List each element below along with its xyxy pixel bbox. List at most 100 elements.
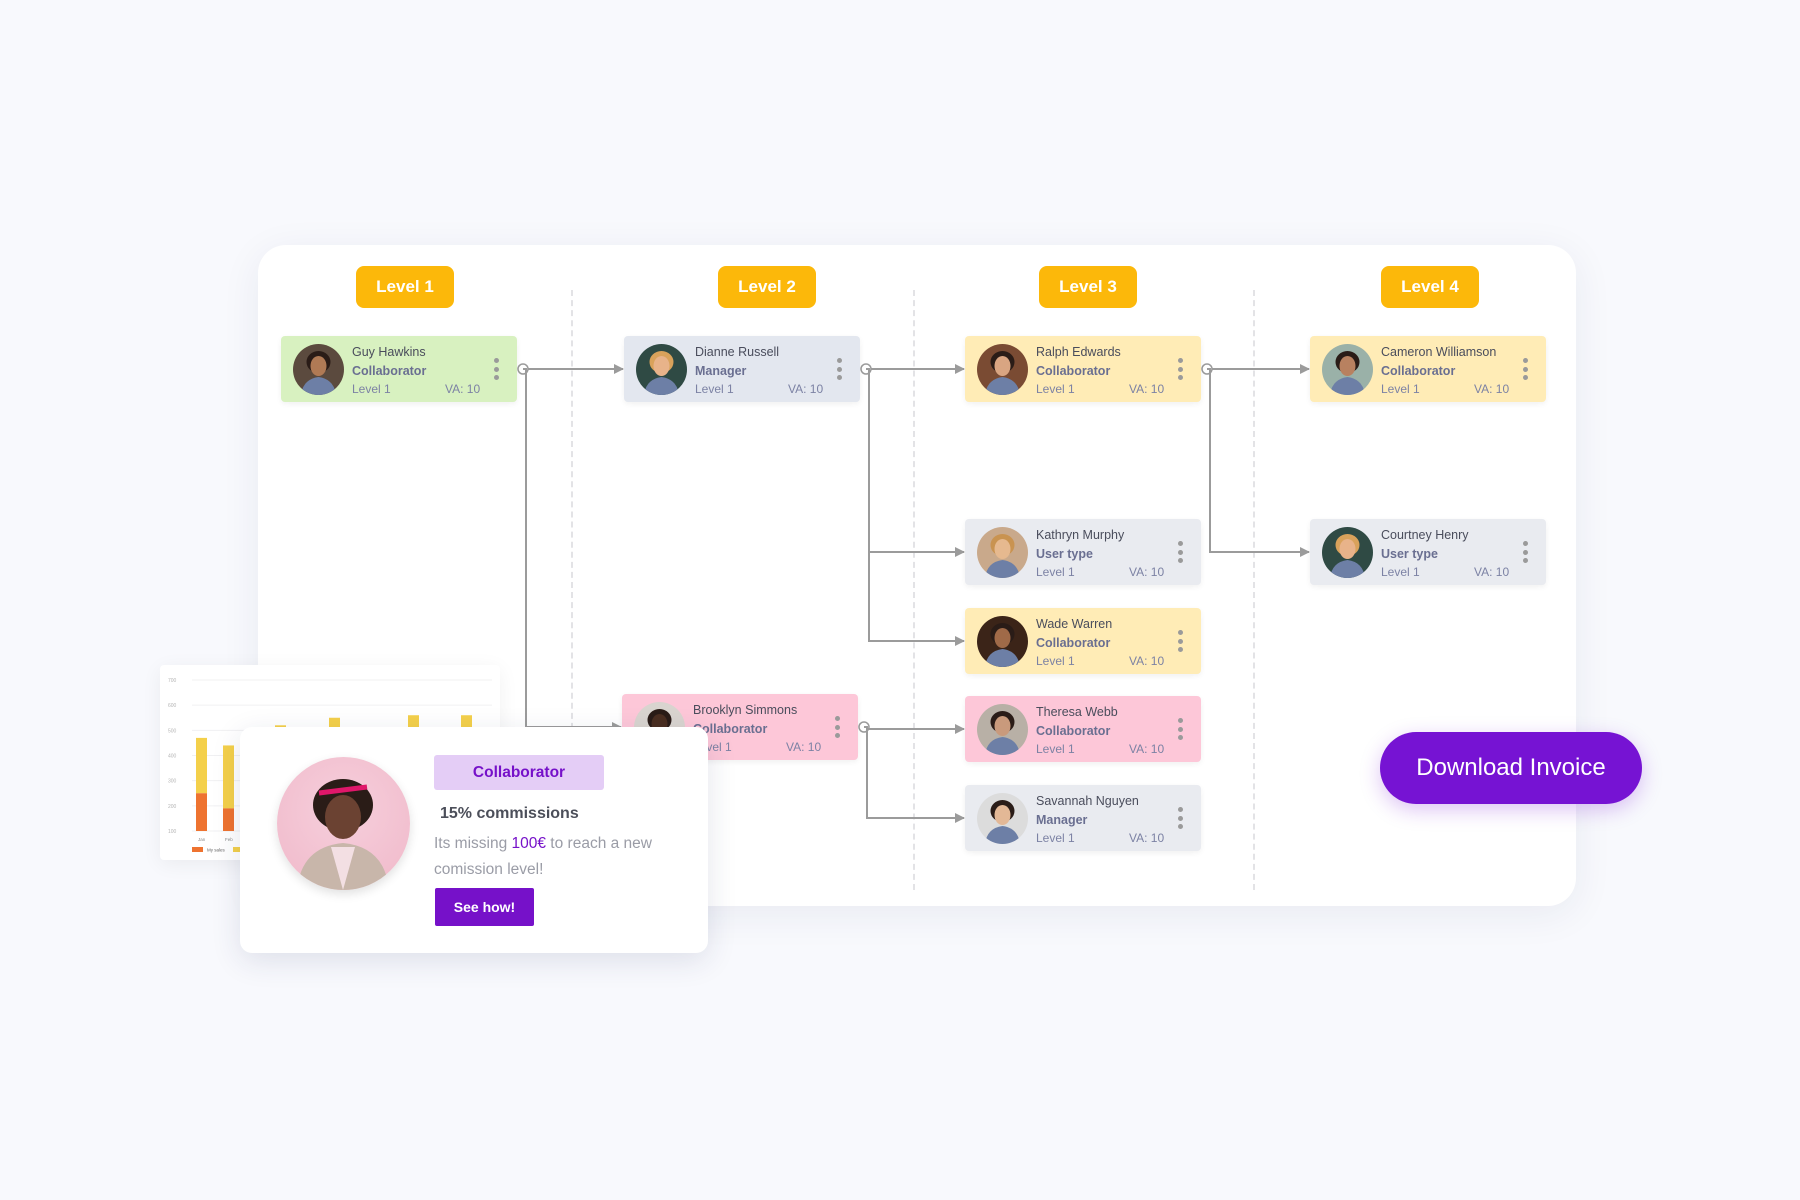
member-role: Collaborator <box>1036 724 1111 738</box>
member-va: VA: 10 <box>786 740 822 754</box>
member-name: Ralph Edwards <box>1036 345 1121 359</box>
bar-yellow <box>223 745 234 809</box>
member-va: VA: 10 <box>1474 565 1510 579</box>
avatar <box>977 793 1028 844</box>
member-role: User type <box>1381 547 1438 561</box>
member-level: Level 1 <box>1036 565 1075 579</box>
member-card-theresa[interactable]: Theresa Webb Collaborator Level 1 VA: 10 <box>965 696 1201 762</box>
member-level: Level 1 <box>352 382 391 396</box>
person-icon <box>297 779 389 890</box>
member-va: VA: 10 <box>788 382 824 396</box>
y-tick-label: 500 <box>168 728 177 734</box>
member-level: Level 1 <box>1381 565 1420 579</box>
level-1-badge: Level 1 <box>356 266 454 308</box>
more-options-icon[interactable] <box>1522 358 1528 380</box>
avatar <box>977 344 1028 395</box>
more-options-icon[interactable] <box>834 716 840 738</box>
role-tag: Collaborator <box>434 755 604 790</box>
more-options-icon[interactable] <box>836 358 842 380</box>
avatar <box>977 527 1028 578</box>
member-name: Cameron Williamson <box>1381 345 1497 359</box>
member-level: Level 1 <box>1036 654 1075 668</box>
member-card-cameron[interactable]: Cameron Williamson Collaborator Level 1 … <box>1310 336 1546 402</box>
x-tick-label: Feb <box>225 837 233 842</box>
y-tick-label: 300 <box>168 779 177 785</box>
y-tick-label: 600 <box>168 703 177 709</box>
member-role: Manager <box>695 364 747 378</box>
member-card-savannah[interactable]: Savannah Nguyen Manager Level 1 VA: 10 <box>965 785 1201 851</box>
member-va: VA: 10 <box>1474 382 1510 396</box>
member-level: Level 1 <box>1036 382 1075 396</box>
member-va: VA: 10 <box>1129 654 1165 668</box>
member-level: Level 1 <box>1036 831 1075 845</box>
bar-orange <box>196 793 207 831</box>
more-options-icon[interactable] <box>1177 718 1183 740</box>
member-role: Collaborator <box>1036 636 1111 650</box>
member-va: VA: 10 <box>1129 565 1165 579</box>
commission-message: Its missing 100€ to reach a new comissio… <box>434 831 694 883</box>
member-role: User type <box>1036 547 1093 561</box>
more-options-icon[interactable] <box>1177 807 1183 829</box>
more-options-icon[interactable] <box>1522 541 1528 563</box>
avatar <box>293 344 344 395</box>
bar-yellow <box>196 737 207 794</box>
download-invoice-button[interactable]: Download Invoice <box>1380 732 1642 804</box>
more-options-icon[interactable] <box>493 358 499 380</box>
y-tick-label: 100 <box>168 829 177 835</box>
member-role: Collaborator <box>1381 364 1456 378</box>
missing-amount: 100€ <box>511 835 546 852</box>
member-va: VA: 10 <box>1129 382 1165 396</box>
person-icon <box>1330 534 1365 578</box>
avatar <box>636 344 687 395</box>
person-icon <box>985 711 1020 755</box>
member-role: Collaborator <box>352 364 427 378</box>
person-icon <box>985 800 1020 844</box>
commission-popup: Collaborator 15% commissions Its missing… <box>240 727 708 953</box>
more-options-icon[interactable] <box>1177 630 1183 652</box>
member-card-guy[interactable]: Guy Hawkins Collaborator Level 1 VA: 10 <box>281 336 517 402</box>
legend-swatch-my-sales <box>192 847 203 852</box>
legend-label: My sales <box>207 848 226 853</box>
member-name: Kathryn Murphy <box>1036 528 1125 542</box>
avatar <box>1322 527 1373 578</box>
column-divider <box>913 290 915 890</box>
avatar <box>1322 344 1373 395</box>
member-name: Brooklyn Simmons <box>693 703 798 717</box>
level-3-badge: Level 3 <box>1039 266 1137 308</box>
member-va: VA: 10 <box>445 382 481 396</box>
person-icon <box>985 351 1020 395</box>
member-card-courtney[interactable]: Courtney Henry User type Level 1 VA: 10 <box>1310 519 1546 585</box>
column-divider <box>1253 290 1255 890</box>
member-name: Savannah Nguyen <box>1036 794 1139 808</box>
y-tick-label: 200 <box>168 804 177 810</box>
member-card-ralph[interactable]: Ralph Edwards Collaborator Level 1 VA: 1… <box>965 336 1201 402</box>
member-level: Level 1 <box>695 382 734 396</box>
see-how-button[interactable]: See how! <box>435 888 534 926</box>
person-icon <box>1330 351 1365 395</box>
member-name: Courtney Henry <box>1381 528 1469 542</box>
member-va: VA: 10 <box>1129 831 1165 845</box>
more-options-icon[interactable] <box>1177 358 1183 380</box>
member-card-kathryn[interactable]: Kathryn Murphy User type Level 1 VA: 10 <box>965 519 1201 585</box>
member-role: Collaborator <box>1036 364 1111 378</box>
message-prefix: Its missing <box>434 835 512 852</box>
member-name: Dianne Russell <box>695 345 780 359</box>
member-card-dianne[interactable]: Dianne Russell Manager Level 1 VA: 10 <box>624 336 860 402</box>
person-icon <box>301 351 336 395</box>
commission-rate: 15% commissions <box>440 805 579 822</box>
person-icon <box>985 623 1020 667</box>
member-level: Level 1 <box>1381 382 1420 396</box>
more-options-icon[interactable] <box>1177 541 1183 563</box>
level-2-badge: Level 2 <box>718 266 816 308</box>
y-tick-label: 400 <box>168 754 177 760</box>
member-card-wade[interactable]: Wade Warren Collaborator Level 1 VA: 10 <box>965 608 1201 674</box>
member-va: VA: 10 <box>1129 742 1165 756</box>
member-name: Wade Warren <box>1036 617 1113 631</box>
person-icon <box>644 351 679 395</box>
profile-photo <box>277 757 410 890</box>
y-tick-label: 700 <box>168 678 177 684</box>
level-4-badge: Level 4 <box>1381 266 1479 308</box>
bar-orange <box>223 808 234 831</box>
avatar <box>977 616 1028 667</box>
member-role: Manager <box>1036 813 1088 827</box>
